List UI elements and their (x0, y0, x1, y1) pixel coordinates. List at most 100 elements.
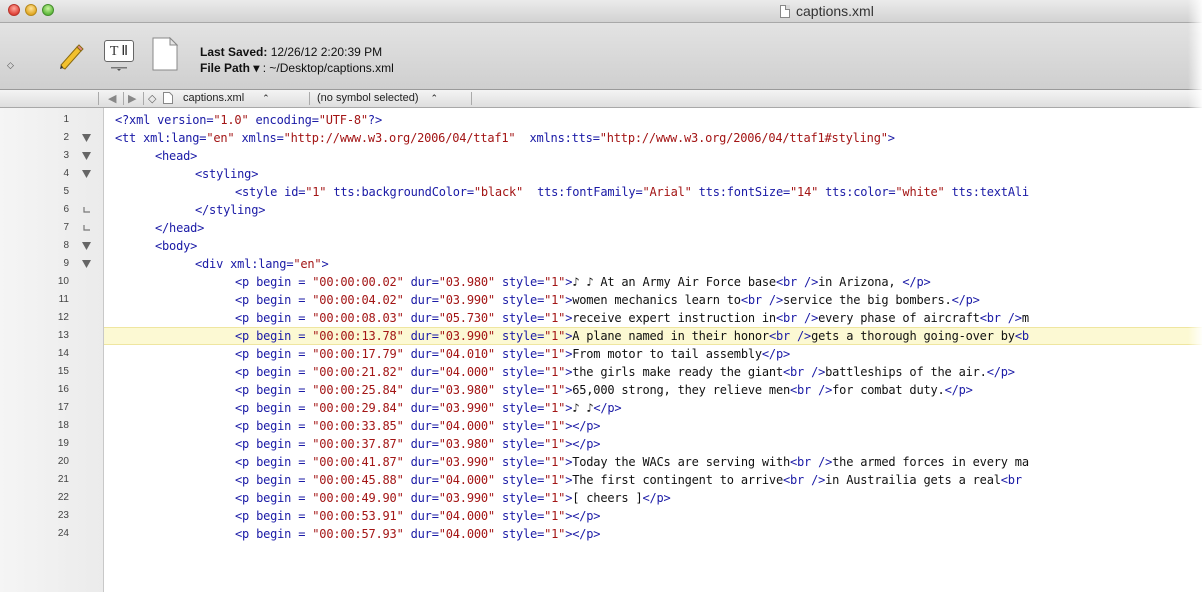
markup-token: </p> (572, 437, 601, 451)
markup-token: </p> (642, 491, 671, 505)
markup-token: <br /> (775, 311, 819, 325)
fold-end-icon[interactable] (80, 219, 92, 237)
window-edge-shadow (1188, 0, 1202, 592)
markup-token: </p> (572, 509, 601, 523)
code-line[interactable]: <p begin = "00:00:45.88" dur="04.000" st… (235, 471, 1022, 489)
markup-token: <p begin = (235, 527, 313, 541)
attribute-value: "03.990" (438, 401, 495, 415)
code-line[interactable]: <tt xml:lang="en" xmlns="http://www.w3.o… (115, 129, 895, 147)
chevron-down-icon[interactable] (111, 67, 127, 71)
markup-token: <p begin = (235, 347, 313, 361)
markup-token: </p> (572, 419, 601, 433)
line-number: 14 (57, 348, 69, 359)
code-line[interactable]: <p begin = "00:00:13.78" dur="03.990" st… (235, 327, 1029, 345)
attribute-value: "04.000" (438, 509, 495, 523)
code-line[interactable]: </styling> (195, 201, 265, 219)
code-line[interactable]: <p begin = "00:00:08.03" dur="05.730" st… (235, 309, 1029, 327)
markup-token: </p> (951, 293, 980, 307)
zoom-button[interactable] (42, 4, 54, 16)
line-number: 3 (63, 150, 69, 161)
markup-token: </p> (986, 365, 1015, 379)
attribute-value: "03.990" (438, 491, 495, 505)
markup-token: <b (1014, 329, 1029, 343)
attribute-value: "white" (895, 185, 945, 199)
code-line[interactable]: <p begin = "00:00:29.84" dur="03.990" st… (235, 399, 622, 417)
code-line[interactable]: <p begin = "00:00:57.93" dur="04.000" st… (235, 525, 601, 543)
diamond-icon[interactable]: ◇ (148, 92, 156, 105)
markup-token: <p begin = (235, 293, 313, 307)
fold-triangle-icon[interactable] (80, 255, 92, 273)
code-line[interactable]: <style id="1" tts:backgroundColor="black… (235, 183, 1029, 201)
attribute-value: "http://www.w3.org/2006/04/ttaf1" (283, 131, 516, 145)
markup-token: dur= (403, 473, 439, 487)
fold-triangle-icon[interactable] (80, 129, 92, 147)
code-line[interactable]: <p begin = "00:00:49.90" dur="03.990" st… (235, 489, 671, 507)
fold-triangle-icon[interactable] (80, 147, 92, 165)
code-line[interactable]: <p begin = "00:00:53.91" dur="04.000" st… (235, 507, 601, 525)
attribute-value: "UTF-8" (318, 113, 368, 127)
code-line[interactable]: <div xml:lang="en"> (195, 255, 329, 273)
markup-token: </p> (944, 383, 973, 397)
fold-triangle-icon[interactable] (80, 165, 92, 183)
text-content: receive expert instruction in (572, 311, 776, 325)
code-line[interactable]: <p begin = "00:00:00.02" dur="03.980" st… (235, 273, 931, 291)
document-icon (163, 92, 173, 104)
fold-triangle-icon[interactable] (80, 237, 92, 255)
markup-token: <p begin = (235, 509, 313, 523)
markup-token: </styling> (195, 203, 266, 217)
text-settings-button[interactable]: T Ⅱ (104, 40, 134, 62)
attribute-value: "04.000" (438, 473, 495, 487)
last-saved-label: Last Saved: (200, 45, 268, 59)
markup-token: <p begin = (235, 401, 313, 415)
markup-token: </head> (155, 221, 205, 235)
title-bar[interactable]: captions.xml (0, 0, 1202, 23)
attribute-value: "00:00:04.02" (312, 293, 404, 307)
markup-token: tts:fontFamily= (523, 185, 643, 199)
attribute-value: "http://www.w3.org/2006/04/ttaf1#styling… (599, 131, 888, 145)
code-line[interactable]: <?xml version="1.0" encoding="UTF-8"?> (115, 111, 382, 129)
code-line[interactable]: <p begin = "00:00:17.79" dur="04.010" st… (235, 345, 790, 363)
file-popup[interactable]: captions.xml ⌃ (163, 92, 270, 104)
markup-token: <br /> (790, 383, 833, 397)
file-path-label[interactable]: File Path (200, 61, 250, 75)
code-editor[interactable]: 1 <?xml version="1.0" encoding="UTF-8"?> 2… (0, 108, 1202, 592)
code-line[interactable]: </head> (155, 219, 204, 237)
diamond-icon[interactable]: ◇ (7, 60, 14, 71)
fold-end-icon[interactable] (80, 201, 92, 219)
markup-token: <p begin = (235, 473, 313, 487)
forward-button[interactable]: ▶ (128, 92, 136, 105)
back-button[interactable]: ◀ (108, 92, 116, 105)
markup-token: > (887, 131, 895, 145)
attribute-value: "14" (790, 185, 819, 199)
divider (143, 92, 144, 105)
attribute-value: "04.010" (438, 347, 495, 361)
text-content: the girls make ready the giant (572, 365, 783, 379)
code-line[interactable]: <head> (155, 147, 197, 165)
close-button[interactable] (8, 4, 20, 16)
markup-token: <br /> (768, 329, 812, 343)
symbol-popup[interactable]: (no symbol selected) ⌃ (317, 92, 438, 104)
markup-token: </p> (572, 527, 601, 541)
attribute-value: "1" (544, 455, 566, 469)
line-number: 4 (63, 168, 69, 179)
document-icon[interactable] (780, 4, 790, 18)
code-line[interactable]: <p begin = "00:00:21.82" dur="04.000" st… (235, 363, 1015, 381)
attribute-value: "1" (305, 185, 327, 199)
code-line[interactable]: <p begin = "00:00:33.85" dur="04.000" st… (235, 417, 601, 435)
pencil-icon[interactable] (58, 44, 84, 70)
line-number: 6 (63, 204, 69, 215)
markup-token: <div xml:lang= (195, 257, 294, 271)
code-line[interactable]: <p begin = "00:00:41.87" dur="03.990" st… (235, 453, 1029, 471)
attribute-value: "1" (544, 311, 566, 325)
text-content: ♪ ♪ (572, 401, 594, 415)
attribute-value: "00:00:21.82" (312, 365, 404, 379)
file-popup-label: captions.xml (183, 92, 245, 104)
line-number: 17 (57, 402, 69, 413)
code-line[interactable]: <p begin = "00:00:25.84" dur="03.980" st… (235, 381, 973, 399)
attribute-value: "1" (544, 293, 566, 307)
code-line[interactable]: <styling> (195, 165, 258, 183)
code-line[interactable]: <body> (155, 237, 197, 255)
code-line[interactable]: <p begin = "00:00:37.87" dur="03.980" st… (235, 435, 601, 453)
minimize-button[interactable] (25, 4, 37, 16)
code-line[interactable]: <p begin = "00:00:04.02" dur="03.990" st… (235, 291, 980, 309)
